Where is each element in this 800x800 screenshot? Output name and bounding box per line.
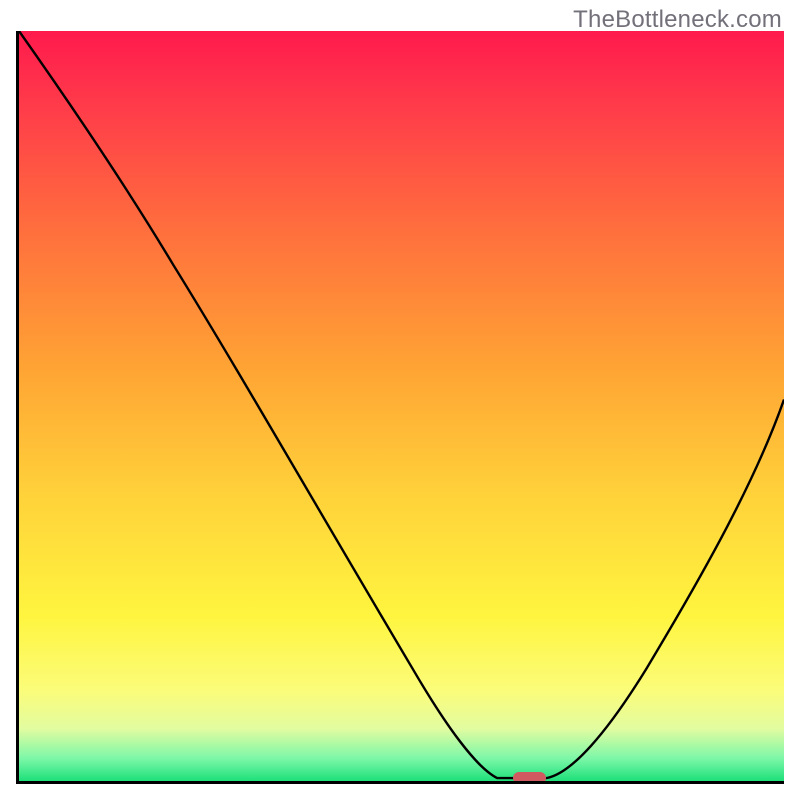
bottleneck-chart: TheBottleneck.com — [0, 0, 800, 800]
bottleneck-curve — [19, 31, 784, 778]
plot-area — [16, 31, 784, 784]
curve-layer — [19, 31, 784, 781]
optimal-marker — [513, 772, 546, 784]
watermark-text: TheBottleneck.com — [573, 6, 782, 34]
